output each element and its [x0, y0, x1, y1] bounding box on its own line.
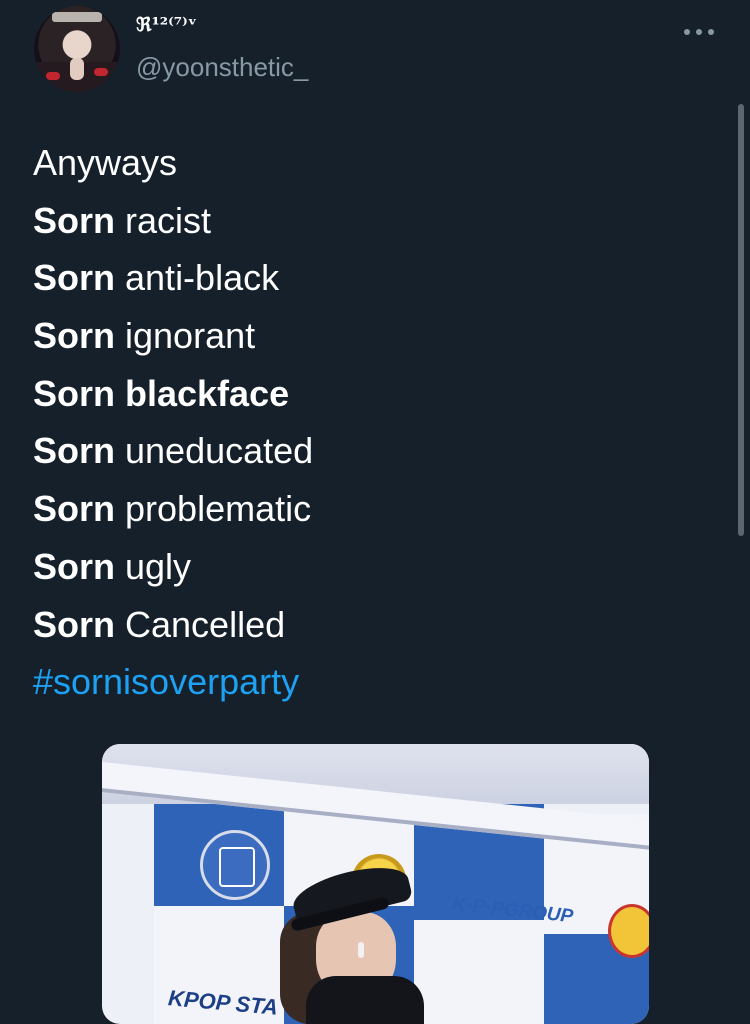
badge-logo	[608, 904, 649, 958]
tweet-line: Sorn ugly	[33, 545, 192, 587]
tweet-text: Anyways Sorn racist Sorn anti-black Sorn…	[33, 134, 313, 711]
kpop-emblem-logo	[200, 830, 270, 900]
author-display-name[interactable]: ℜ¹²⁽⁷⁾ᵛ	[136, 14, 197, 36]
more-options-icon[interactable]	[684, 28, 714, 36]
author-avatar[interactable]	[34, 6, 120, 92]
avatar-cloud-pattern	[46, 72, 60, 80]
hashtag-link[interactable]: #sornisoverparty	[33, 653, 313, 711]
person-body	[306, 976, 424, 1024]
avatar-cloud-pattern	[94, 68, 108, 76]
tweet-line: Anyways	[33, 142, 178, 183]
tweet-line: Sorn anti-black	[33, 257, 280, 299]
tweet-line: Sorn problematic	[33, 488, 312, 530]
tweet-line: Sorn ignorant	[33, 315, 256, 357]
tweet-media-image[interactable]: K·P·PGROUP KPOP STA	[102, 744, 649, 1024]
avatar-hands	[70, 58, 84, 80]
author-handle[interactable]: @yoonsthetic_	[136, 52, 308, 83]
avatar-headband	[52, 12, 102, 22]
earring	[358, 942, 364, 958]
tweet-line: Sorn Cancelled	[33, 603, 286, 645]
tweet-line: Sorn blackface	[33, 372, 290, 414]
scrollbar[interactable]	[738, 104, 744, 536]
tweet-line: Sorn racist	[33, 199, 212, 241]
tweet-line: Sorn uneducated	[33, 430, 314, 472]
